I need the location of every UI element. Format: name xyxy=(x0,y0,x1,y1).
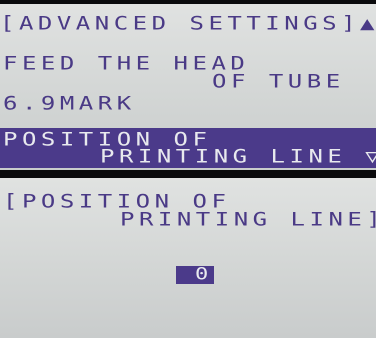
position-screen-title-line2: PRINTING LINE] xyxy=(120,208,376,231)
position-of-printing-line-screen: [POSITION OF PRINTING LINE] 0 xyxy=(0,178,376,338)
advanced-settings-title: [ADVANCED SETTINGS]▲ xyxy=(0,14,376,33)
scroll-down-icon: ▽ xyxy=(365,147,376,166)
advanced-settings-screen: [ADVANCED SETTINGS]▲ FEED THE HEAD OF TU… xyxy=(0,4,376,170)
feed-head-value: 6.9MARK xyxy=(3,92,136,115)
position-value: 0 xyxy=(195,264,209,284)
feed-head-label-line2: OF TUBE xyxy=(212,70,345,93)
position-label-line2: PRINTING LINE ▽ xyxy=(100,147,376,166)
scroll-up-icon: ▲ xyxy=(360,14,376,33)
